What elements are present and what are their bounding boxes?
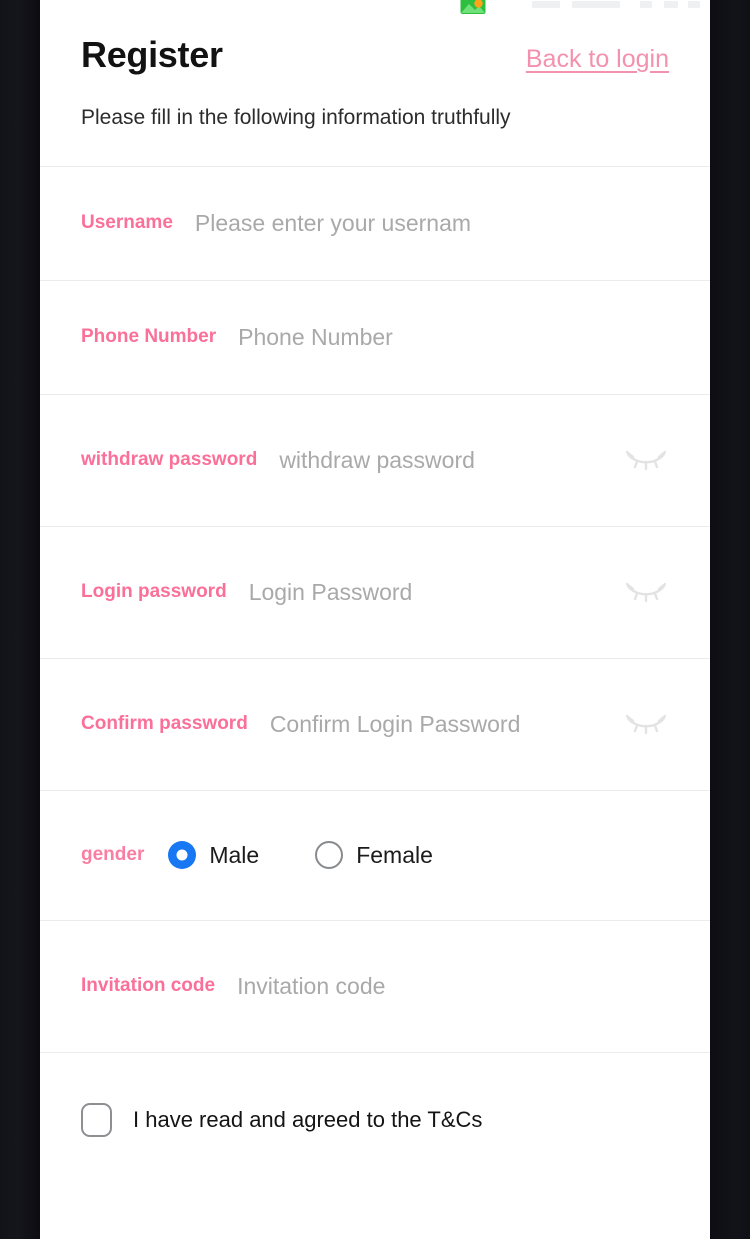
field-row-confirm-password[interactable]: Confirm password <box>40 658 710 791</box>
gallery-image-icon <box>460 0 486 15</box>
field-label-login-password: Login password <box>81 581 227 603</box>
field-label-withdraw-password: withdraw password <box>81 449 258 471</box>
radio-selected-icon[interactable] <box>168 841 197 870</box>
field-row-phone[interactable]: Phone Number <box>40 280 710 395</box>
register-page: Register Back to login Please fill in th… <box>40 0 710 1239</box>
status-bar-text-fragment <box>572 1 620 8</box>
gender-option-female-label: Female <box>356 841 433 868</box>
field-label-confirm-password: Confirm password <box>81 713 248 735</box>
status-bar <box>40 0 710 15</box>
field-row-username[interactable]: Username <box>40 166 710 281</box>
login-password-input[interactable] <box>248 578 615 606</box>
confirm-password-input[interactable] <box>269 710 615 738</box>
eye-closed-icon <box>624 710 668 739</box>
field-label-phone: Phone Number <box>81 326 217 348</box>
field-row-withdraw-password[interactable]: withdraw password <box>40 394 710 527</box>
phone-device-frame: Register Back to login Please fill in th… <box>0 0 750 1239</box>
username-input[interactable] <box>194 209 669 237</box>
field-label-invitation-code: Invitation code <box>81 975 216 997</box>
page-header: Register Back to login <box>40 13 710 75</box>
field-label-username: Username <box>81 212 173 234</box>
eye-closed-icon <box>624 578 668 607</box>
terms-agreement-row: I have read and agreed to the T&Cs <box>40 1052 710 1187</box>
page-subtitle: Please fill in the following information… <box>81 105 511 129</box>
field-row-gender: gender Male Female <box>40 790 710 921</box>
toggle-withdraw-password-visibility-button[interactable] <box>623 443 669 477</box>
gender-option-male[interactable]: Male <box>168 841 260 870</box>
status-bar-text-fragment <box>664 1 678 8</box>
field-row-login-password[interactable]: Login password <box>40 526 710 659</box>
field-label-gender: gender <box>81 844 145 866</box>
field-row-invitation-code[interactable]: Invitation code <box>40 920 710 1053</box>
invitation-code-input[interactable] <box>237 972 669 1000</box>
toggle-confirm-password-visibility-button[interactable] <box>623 707 669 741</box>
gender-option-female[interactable]: Female <box>315 841 433 870</box>
terms-checkbox[interactable] <box>81 1102 112 1137</box>
gender-radio-group: Male Female <box>168 841 433 870</box>
terms-agreement-label[interactable]: I have read and agreed to the T&Cs <box>133 1107 482 1133</box>
phone-number-input[interactable] <box>238 323 669 351</box>
page-scrollbar[interactable] <box>735 0 745 1239</box>
eye-closed-icon <box>624 446 668 475</box>
back-to-login-link[interactable]: Back to login <box>526 45 669 74</box>
page-title: Register <box>81 34 223 75</box>
toggle-login-password-visibility-button[interactable] <box>623 575 669 609</box>
device-bezel-left <box>0 0 40 1239</box>
register-form: Username Phone Number withdraw password <box>40 165 710 1187</box>
status-bar-text-fragment <box>640 1 652 8</box>
radio-unselected-icon[interactable] <box>315 841 344 870</box>
gender-option-male-label: Male <box>209 841 260 868</box>
status-bar-text-fragment <box>688 1 700 8</box>
withdraw-password-input[interactable] <box>279 446 615 474</box>
status-bar-text-fragment <box>532 1 560 8</box>
